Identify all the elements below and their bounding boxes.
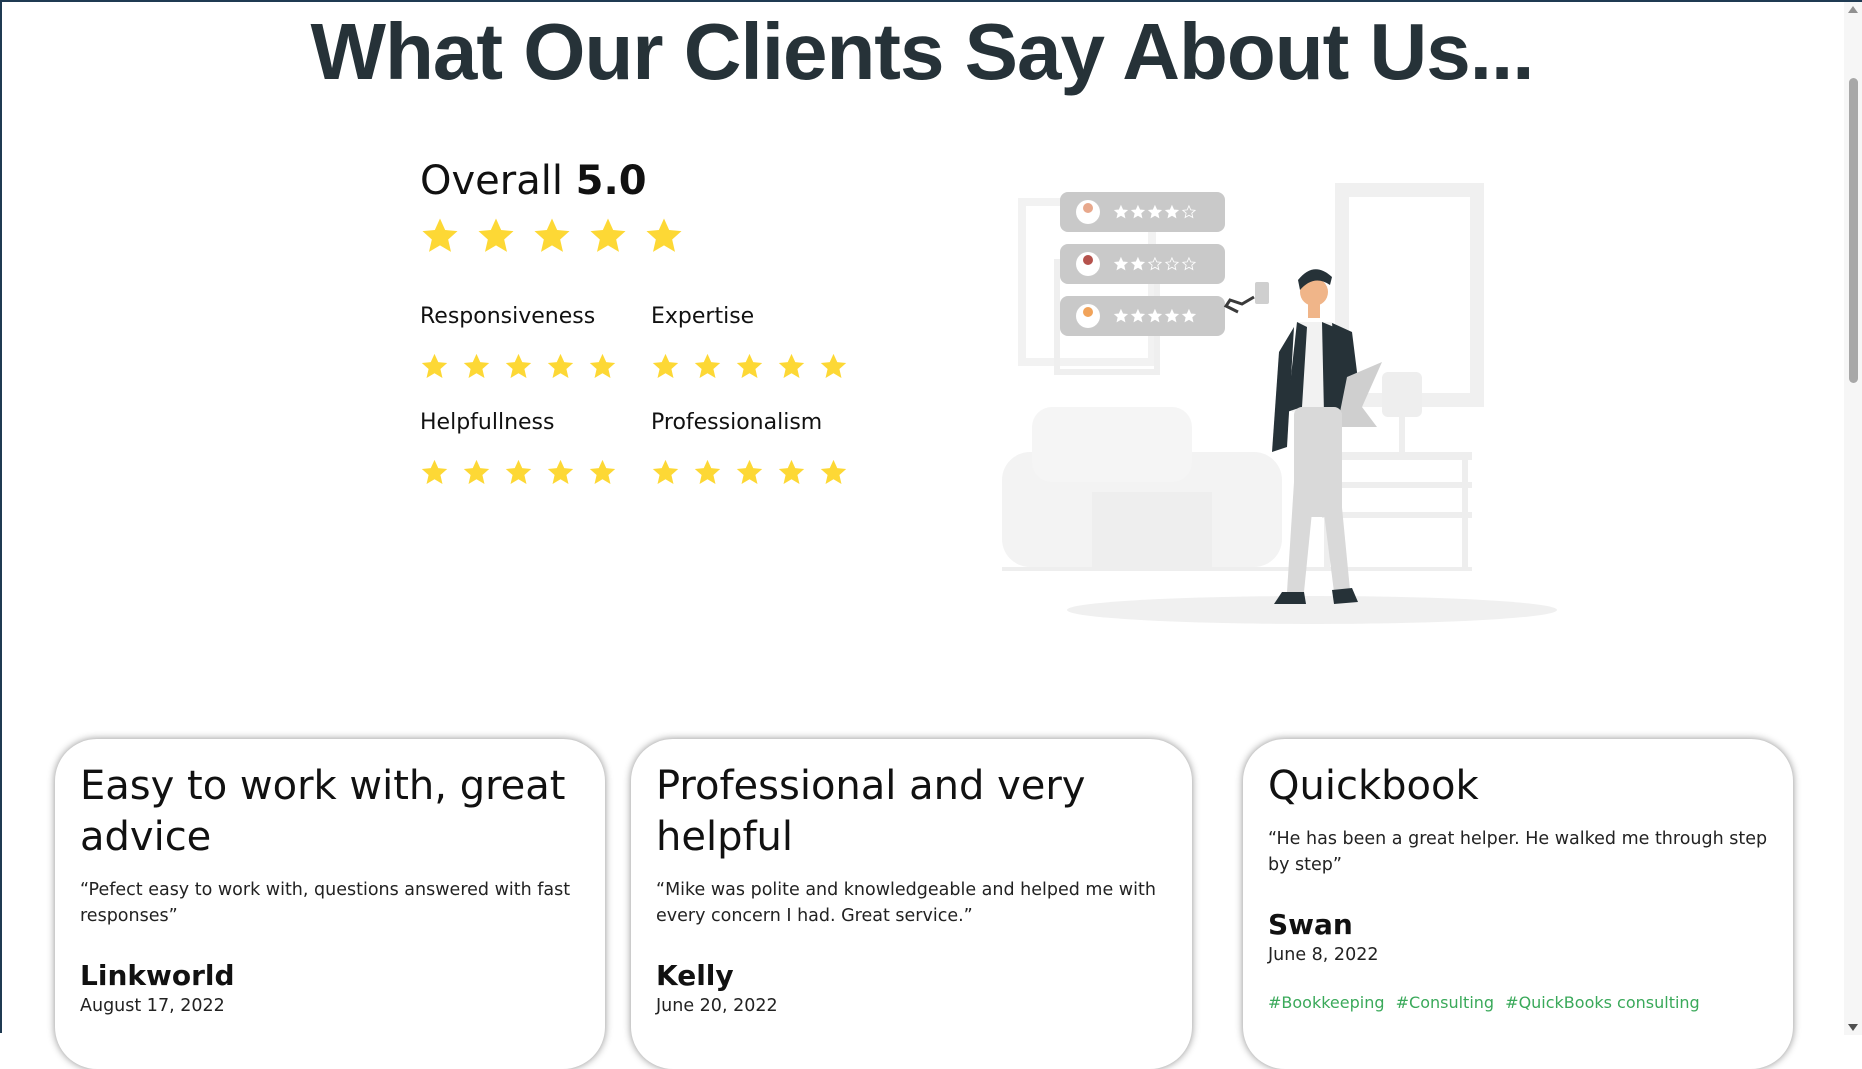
star-icon bbox=[476, 216, 516, 256]
star-icon bbox=[588, 216, 628, 256]
reviewer-name: Kelly bbox=[656, 959, 734, 992]
review-bubble bbox=[1060, 296, 1225, 336]
category-stars-expertise bbox=[651, 352, 848, 381]
star-icon bbox=[693, 352, 722, 381]
page-title: What Our Clients Say About Us... bbox=[310, 7, 1535, 96]
category-label-responsiveness: Responsiveness bbox=[420, 304, 596, 329]
category-label-helpfullness: Helpfullness bbox=[420, 410, 555, 435]
star-icon bbox=[504, 458, 533, 487]
review-quote: “Mike was polite and knowledgeable and h… bbox=[656, 880, 1156, 926]
scroll-up-arrow-icon[interactable] bbox=[1848, 6, 1858, 13]
review-date: June 20, 2022 bbox=[656, 996, 778, 1016]
review-bubble bbox=[1060, 192, 1225, 232]
scroll-thumb[interactable] bbox=[1849, 78, 1858, 383]
review-title: Easy to work with, great advice bbox=[80, 763, 566, 860]
page-scrollbar[interactable] bbox=[1844, 2, 1862, 1035]
review-date: June 8, 2022 bbox=[1268, 945, 1379, 965]
star-icon bbox=[420, 216, 460, 256]
star-icon bbox=[462, 458, 491, 487]
star-icon bbox=[735, 352, 764, 381]
review-card[interactable]: Easy to work with, great advice “Pefect … bbox=[55, 739, 605, 1069]
scroll-down-arrow-icon[interactable] bbox=[1848, 1024, 1858, 1031]
tag-link[interactable]: #Bookkeeping bbox=[1268, 993, 1385, 1012]
overall-stars bbox=[420, 216, 684, 256]
review-title: Professional and very helpful bbox=[656, 763, 1086, 860]
review-quote: “He has been a great helper. He walked m… bbox=[1268, 829, 1768, 875]
star-icon bbox=[777, 352, 806, 381]
star-icon bbox=[420, 458, 449, 487]
star-icon bbox=[462, 352, 491, 381]
star-icon bbox=[532, 216, 572, 256]
reviewer-name: Linkworld bbox=[80, 959, 235, 992]
review-card[interactable]: Professional and very helpful “Mike was … bbox=[631, 739, 1192, 1069]
review-bubble bbox=[1060, 244, 1225, 284]
category-label-professionalism: Professionalism bbox=[651, 410, 823, 435]
review-card[interactable]: Quickbook “He has been a great helper. H… bbox=[1243, 739, 1793, 1069]
overall-label: Overall bbox=[420, 158, 563, 204]
overall-score: 5.0 bbox=[575, 158, 647, 204]
star-icon bbox=[504, 352, 533, 381]
star-icon bbox=[546, 458, 575, 487]
review-quote: “Pefect easy to work with, questions ans… bbox=[80, 880, 571, 926]
category-stars-responsiveness bbox=[420, 352, 617, 381]
star-icon bbox=[651, 352, 680, 381]
star-icon bbox=[546, 352, 575, 381]
category-stars-professionalism bbox=[651, 458, 848, 487]
star-icon bbox=[819, 458, 848, 487]
star-icon bbox=[644, 216, 684, 256]
tag-link[interactable]: #QuickBooks consulting bbox=[1505, 993, 1700, 1012]
category-label-expertise: Expertise bbox=[651, 304, 755, 329]
star-icon bbox=[693, 458, 722, 487]
star-icon bbox=[588, 458, 617, 487]
review-title: Quickbook bbox=[1268, 763, 1479, 809]
star-icon bbox=[651, 458, 680, 487]
category-stars-helpfullness bbox=[420, 458, 617, 487]
customer-review-illustration bbox=[1002, 183, 1557, 624]
review-date: August 17, 2022 bbox=[80, 996, 225, 1016]
reviewer-name: Swan bbox=[1268, 908, 1353, 941]
tag-link[interactable]: #Consulting bbox=[1396, 993, 1494, 1012]
star-icon bbox=[420, 352, 449, 381]
star-icon bbox=[588, 352, 617, 381]
star-icon bbox=[735, 458, 764, 487]
review-tags: #Bookkeeping #Consulting #QuickBooks con… bbox=[1268, 993, 1768, 1012]
star-icon bbox=[819, 352, 848, 381]
overall-rating: Overall 5.0 bbox=[420, 158, 647, 204]
star-icon bbox=[777, 458, 806, 487]
